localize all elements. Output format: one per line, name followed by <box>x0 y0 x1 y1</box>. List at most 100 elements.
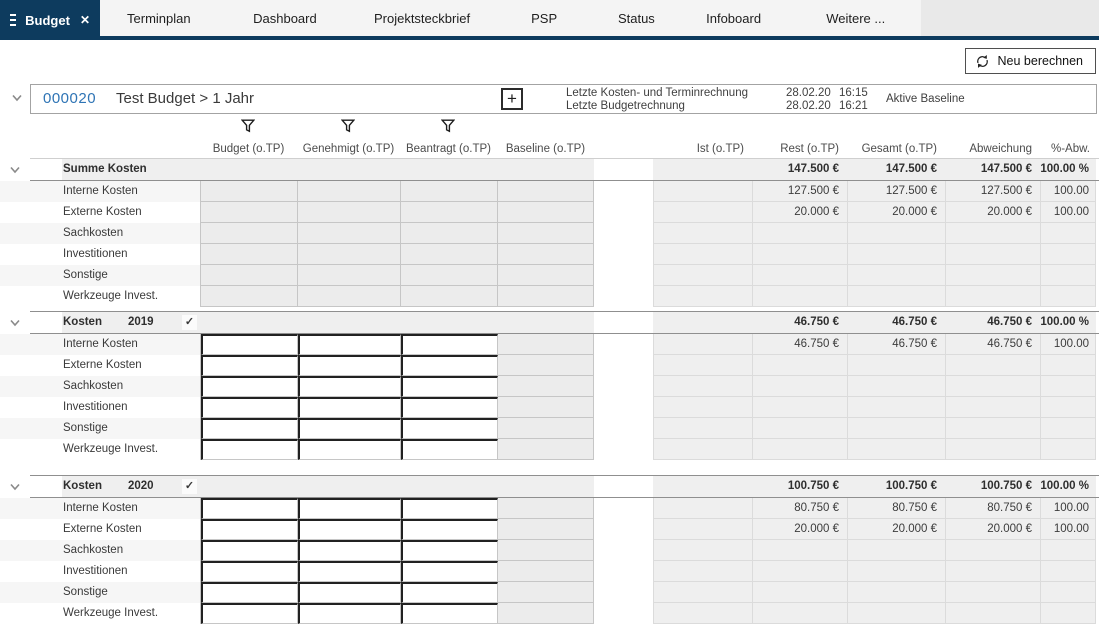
value-cells <box>653 223 1096 244</box>
genehmigt-input[interactable] <box>298 439 401 460</box>
beantragt-input[interactable] <box>401 397 498 418</box>
beantragt-input[interactable] <box>401 540 498 561</box>
budget-input[interactable] <box>201 376 298 397</box>
add-button[interactable]: + <box>501 88 523 110</box>
column-header-band: Budget (o.TP) Genehmigt (o.TP) Beantragt… <box>0 114 1099 158</box>
menu-icon[interactable] <box>10 14 16 26</box>
genehmigt-input[interactable] <box>298 418 401 439</box>
budget-input[interactable] <box>201 334 298 355</box>
beantragt-cell <box>401 244 498 265</box>
budget-input[interactable] <box>201 418 298 439</box>
value-cells <box>653 561 1096 582</box>
beantragt-input[interactable] <box>401 498 498 519</box>
group-row: Summe Kosten147.500 €147.500 €147.500 €1… <box>0 158 1099 181</box>
budget-input[interactable] <box>201 498 298 519</box>
row-label: Externe Kosten <box>30 202 200 223</box>
budget-input[interactable] <box>201 519 298 540</box>
tab-projektsteckbrief[interactable]: Projektsteckbrief <box>352 0 492 36</box>
beantragt-input[interactable] <box>401 355 498 376</box>
budget-input[interactable] <box>201 582 298 603</box>
table-row: Externe Kosten20.000 €20.000 €20.000 €10… <box>0 202 1099 223</box>
value-ist <box>653 418 752 439</box>
beantragt-input[interactable] <box>401 561 498 582</box>
beantragt-input[interactable] <box>401 439 498 460</box>
value-rest <box>752 439 847 460</box>
genehmigt-input[interactable] <box>298 603 401 624</box>
value-abweichung <box>945 244 1040 265</box>
beantragt-input[interactable] <box>401 334 498 355</box>
genehmigt-input[interactable] <box>298 519 401 540</box>
genehmigt-input[interactable] <box>298 498 401 519</box>
value-gesamt <box>847 439 945 460</box>
genehmigt-input[interactable] <box>298 540 401 561</box>
value-abweichung: 20.000 € <box>945 519 1040 540</box>
tab-terminplan[interactable]: Terminplan <box>100 0 218 36</box>
budget-input[interactable] <box>201 397 298 418</box>
beantragt-input[interactable] <box>401 418 498 439</box>
value-ist <box>653 334 752 355</box>
value-ist <box>653 519 752 540</box>
value-ist <box>653 181 752 202</box>
genehmigt-cell <box>298 181 401 202</box>
value-cells: 20.000 €20.000 €20.000 €100.00 % <box>653 519 1096 540</box>
beantragt-input[interactable] <box>401 519 498 540</box>
genehmigt-input[interactable] <box>298 561 401 582</box>
column-gap <box>594 498 653 519</box>
genehmigt-input[interactable] <box>298 334 401 355</box>
genehmigt-input[interactable] <box>298 397 401 418</box>
total-ist <box>653 159 752 180</box>
tab-status[interactable]: Status <box>597 0 677 36</box>
chevron-down-icon[interactable] <box>9 166 21 174</box>
tab-weitere[interactable]: Weitere ... <box>791 0 921 36</box>
project-header: 000020 Test Budget > 1 Jahr + Letzte Kos… <box>0 84 1099 114</box>
value-gesamt: 80.750 € <box>847 498 945 519</box>
value-pct-abw <box>1040 286 1095 307</box>
filter-icon[interactable] <box>441 119 455 133</box>
filter-icon[interactable] <box>341 119 355 133</box>
beantragt-input[interactable] <box>401 603 498 624</box>
column-gap <box>594 540 653 561</box>
column-gap <box>594 519 653 540</box>
calc-info-time: 16:21 <box>839 100 868 113</box>
group-checkbox[interactable]: ✓ <box>182 315 197 330</box>
budget-input[interactable] <box>201 603 298 624</box>
budget-input[interactable] <box>201 540 298 561</box>
calc-info-time: 16:15 <box>839 87 868 100</box>
column-header-beantragt: Beantragt (o.TP) <box>400 143 497 155</box>
baseline-cell <box>498 540 594 561</box>
row-label: Investitionen <box>30 561 200 582</box>
table-row: Sachkosten <box>0 376 1099 397</box>
group-checkbox[interactable]: ✓ <box>182 479 197 494</box>
chevron-down-icon[interactable] <box>9 319 21 327</box>
tab-label: Terminplan <box>127 11 191 26</box>
budget-input[interactable] <box>201 561 298 582</box>
budget-input[interactable] <box>201 355 298 376</box>
filter-icon[interactable] <box>241 119 255 133</box>
beantragt-input[interactable] <box>401 376 498 397</box>
beantragt-cell <box>401 181 498 202</box>
tab-psp[interactable]: PSP <box>492 0 597 36</box>
budget-cell <box>201 181 298 202</box>
recalculate-button[interactable]: Neu berechnen <box>965 48 1096 74</box>
plan-cells <box>200 376 594 397</box>
baseline-cell <box>498 439 594 460</box>
group-label-cell: Kosten2019✓ <box>62 312 200 333</box>
chevron-down-icon[interactable] <box>11 94 23 102</box>
genehmigt-input[interactable] <box>298 582 401 603</box>
value-pct-abw <box>1040 582 1095 603</box>
beantragt-input[interactable] <box>401 582 498 603</box>
genehmigt-input[interactable] <box>298 355 401 376</box>
calc-info-row: Letzte Budgetrechnung 28.02.20 16:21 <box>566 100 868 113</box>
chevron-down-icon[interactable] <box>9 483 21 491</box>
value-abweichung: 80.750 € <box>945 498 1040 519</box>
value-gesamt <box>847 540 945 561</box>
column-gap <box>594 244 653 265</box>
budget-input[interactable] <box>201 439 298 460</box>
genehmigt-input[interactable] <box>298 376 401 397</box>
tab-budget[interactable]: Budget ✕ <box>0 0 100 40</box>
value-cells <box>653 286 1096 307</box>
tab-infoboard[interactable]: Infoboard <box>676 0 791 36</box>
group-row-body: Kosten2019✓46.750 €46.750 €46.750 €100.0… <box>30 311 1099 334</box>
tab-dashboard[interactable]: Dashboard <box>218 0 353 36</box>
close-icon[interactable]: ✕ <box>80 13 90 27</box>
